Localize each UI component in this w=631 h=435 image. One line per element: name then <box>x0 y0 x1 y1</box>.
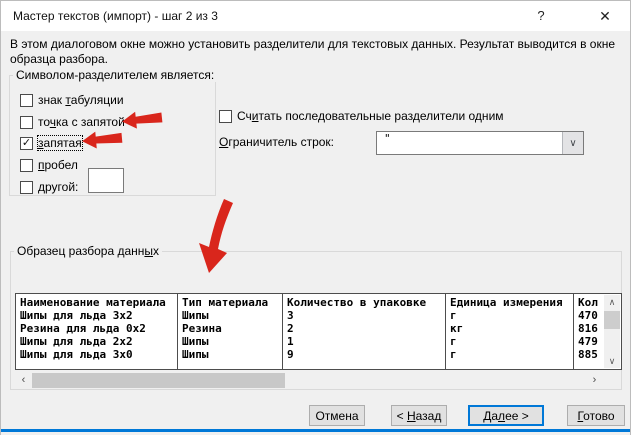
title-bar: Мастер текстов (импорт) - шаг 2 из 3 ? ✕ <box>1 1 630 31</box>
annotation-arrow-preview-icon <box>195 199 237 275</box>
text-qualifier-label: Ограничитель строк: <box>219 135 334 149</box>
combobox-value: " <box>384 132 391 146</box>
checkbox[interactable]: ✓ <box>20 137 33 150</box>
preview-header-cell: Единица измерения <box>446 296 573 309</box>
close-button[interactable]: ✕ <box>583 1 627 31</box>
preview-header-cell: Количество в упаковке <box>283 296 445 309</box>
checkbox[interactable] <box>20 159 33 172</box>
delimiter-group-title: Символом-разделителем является: <box>13 68 217 82</box>
preview-cell: Шипы <box>178 309 282 322</box>
horizontal-scrollbar[interactable]: ‹ › <box>15 373 603 388</box>
checkbox-space-label: пробел <box>38 158 78 172</box>
annotation-arrow-comma-icon <box>81 129 123 150</box>
checkbox[interactable] <box>20 116 33 129</box>
finish-button[interactable]: Готово <box>567 405 625 426</box>
checkbox-tab-label: знак табуляции <box>38 93 124 107</box>
help-button[interactable]: ? <box>519 1 563 31</box>
scroll-right-button[interactable]: › <box>586 373 603 388</box>
next-button[interactable]: Далее > <box>468 405 544 426</box>
description-line-1: В этом диалоговом окне можно установить … <box>10 37 620 52</box>
checkbox[interactable] <box>20 181 33 194</box>
preview-table: Наименование материалаШипы для льда 3х2Р… <box>15 293 622 370</box>
scroll-up-icon: ∧ <box>609 297 616 307</box>
checkbox-other-label: другой: <box>38 180 78 194</box>
cancel-button[interactable]: Отмена <box>309 405 365 426</box>
horizontal-scrollbar-thumb[interactable] <box>32 373 285 388</box>
preview-cell: 1 <box>283 335 445 348</box>
preview-column: Наименование материалаШипы для льда 3х2Р… <box>16 294 178 369</box>
preview-cell: Резина для льда 0х2 <box>16 322 177 335</box>
preview-group-title: Образец разбора данных <box>14 244 162 258</box>
scroll-right-icon: › <box>593 374 597 386</box>
preview-column: Тип материалаШипыРезинаШипыШипы <box>178 294 283 369</box>
description-line-2: образца разбора. <box>10 52 620 67</box>
vertical-scrollbar[interactable]: ∧ ∨ <box>604 295 620 368</box>
scroll-down-icon: ∨ <box>609 356 616 366</box>
window-bottom-accent <box>1 429 630 432</box>
checkbox[interactable] <box>20 94 33 107</box>
text-import-wizard-dialog: Мастер текстов (импорт) - шаг 2 из 3 ? ✕… <box>0 0 631 435</box>
checkbox-consecutive-label: Считать последовательные разделители одн… <box>237 109 504 123</box>
checkbox-other[interactable]: другой: <box>20 179 78 195</box>
other-delimiter-input[interactable] <box>88 168 124 193</box>
combobox-dropdown-button[interactable]: ∨ <box>562 132 583 154</box>
preview-cell: г <box>446 335 573 348</box>
checkbox-semicolon-label: точка с запятой <box>38 115 125 129</box>
preview-cell: Шипы для льда 3х0 <box>16 348 177 361</box>
finish-button-label: Готово <box>577 409 614 423</box>
preview-header-cell: Тип материала <box>178 296 282 309</box>
preview-cell: Шипы для льда 3х2 <box>16 309 177 322</box>
text-qualifier-combobox[interactable]: " ∨ <box>376 131 584 155</box>
help-icon: ? <box>537 8 544 23</box>
preview-cell: 3 <box>283 309 445 322</box>
checkbox-semicolon[interactable]: точка с запятой <box>20 114 125 130</box>
checkbox-space[interactable]: пробел <box>20 157 78 173</box>
dialog-description: В этом диалоговом окне можно установить … <box>10 37 620 67</box>
checkbox-comma-label: запятая <box>38 136 82 150</box>
scroll-left-button[interactable]: ‹ <box>15 373 32 388</box>
checkbox-tab[interactable]: знак табуляции <box>20 92 124 108</box>
scroll-down-button[interactable]: ∨ <box>604 354 620 368</box>
preview-cell: г <box>446 348 573 361</box>
preview-cell: кг <box>446 322 573 335</box>
preview-cell: Шипы для льда 2х2 <box>16 335 177 348</box>
vertical-scrollbar-thumb[interactable] <box>604 311 620 329</box>
preview-cell: 9 <box>283 348 445 361</box>
back-button[interactable]: < Назад <box>391 405 447 426</box>
scroll-left-icon: ‹ <box>22 374 26 386</box>
preview-header-cell: Наименование материала <box>16 296 177 309</box>
chevron-down-icon: ∨ <box>569 138 576 149</box>
checkmark-icon: ✓ <box>22 138 31 149</box>
preview-cell: 2 <box>283 322 445 335</box>
checkbox-consecutive[interactable]: Считать последовательные разделители одн… <box>219 108 504 124</box>
preview-column: Единица измерениягкггг <box>446 294 574 369</box>
window-title: Мастер текстов (импорт) - шаг 2 из 3 <box>13 1 218 31</box>
close-icon: ✕ <box>599 8 611 24</box>
cancel-button-label: Отмена <box>315 409 358 423</box>
checkbox-comma[interactable]: ✓ запятая <box>20 135 82 151</box>
preview-cell: Шипы <box>178 348 282 361</box>
next-button-label: Далее > <box>483 409 529 423</box>
preview-column: Количество в упаковке3219 <box>283 294 446 369</box>
preview-cell: Резина <box>178 322 282 335</box>
back-button-label: < Назад <box>397 409 442 423</box>
preview-cell: г <box>446 309 573 322</box>
checkbox[interactable] <box>219 110 232 123</box>
preview-cell: Шипы <box>178 335 282 348</box>
scroll-up-button[interactable]: ∧ <box>604 295 620 309</box>
preview-group: Образец разбора данных Наименование мате… <box>10 251 622 390</box>
